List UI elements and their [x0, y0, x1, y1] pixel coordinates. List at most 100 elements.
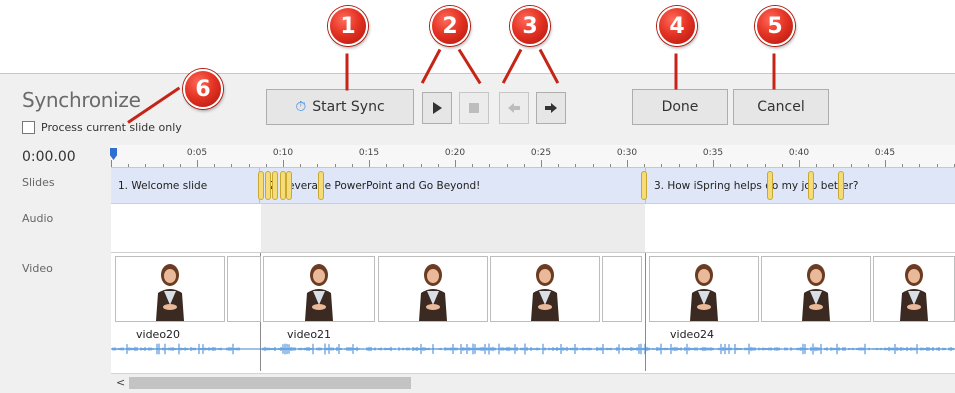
done-button[interactable]: Done — [632, 89, 728, 125]
audio-waveform — [111, 343, 955, 355]
sync-marker[interactable] — [318, 171, 324, 200]
panel-title: Synchronize — [22, 88, 141, 112]
callout-6: 6 — [183, 69, 223, 109]
video-thumbnail — [490, 256, 600, 322]
ruler-tick — [609, 164, 611, 167]
play-button[interactable] — [422, 92, 452, 124]
sync-marker[interactable] — [286, 171, 292, 200]
ruler-tick — [403, 164, 405, 167]
current-time: 0:00.00 — [22, 149, 76, 165]
presenter-figure-icon — [531, 264, 559, 321]
slide-clip-1[interactable]: 1. Welcome slide — [111, 168, 260, 203]
presenter-figure-icon — [900, 264, 928, 321]
start-sync-label: Start Sync — [312, 99, 385, 115]
ruler-tick-label: 0:25 — [530, 148, 552, 158]
video-thumbnail — [115, 256, 225, 322]
stop-icon — [469, 103, 479, 113]
ruler-tick — [644, 164, 646, 167]
audio-range-highlight — [261, 204, 645, 252]
ruler-tick — [437, 164, 439, 167]
ruler-tick — [523, 164, 525, 167]
video-thumbnail — [378, 256, 488, 322]
timeline-ruler[interactable]: 0:05 0:10 0:15 0:20 0:25 0:30 0:35 0:40 0:45 — [110, 145, 955, 168]
sync-marker[interactable] — [838, 171, 844, 200]
ruler-tick — [833, 164, 835, 167]
ruler-tick — [661, 164, 663, 167]
sync-marker[interactable] — [641, 171, 647, 200]
callout-4: 4 — [657, 6, 697, 46]
video-thumbnail — [649, 256, 759, 322]
ruler-tick — [678, 164, 680, 167]
callout-4-line — [674, 53, 678, 90]
ruler-tick-label: 0:30 — [616, 148, 638, 158]
scroll-left-icon[interactable]: < — [116, 376, 125, 389]
process-current-slide-checkbox[interactable]: Process current slide only — [22, 121, 182, 134]
ruler-tick — [420, 164, 422, 167]
presenter-figure-icon — [305, 264, 333, 321]
ruler-tick — [713, 160, 714, 167]
checkbox-box[interactable] — [22, 121, 35, 134]
ruler-tick — [351, 164, 353, 167]
playhead-marker[interactable] — [110, 148, 117, 160]
ruler-tick — [214, 164, 216, 167]
previous-button[interactable] — [499, 92, 529, 124]
ruler-tick — [592, 164, 594, 167]
start-sync-button[interactable]: ⏱ Start Sync — [266, 89, 414, 125]
ruler-tick-label: 0:10 — [272, 148, 294, 158]
ruler-tick — [730, 164, 732, 167]
ruler-tick — [248, 164, 250, 167]
sync-marker[interactable] — [808, 171, 814, 200]
ruler-tick — [936, 164, 938, 167]
ruler-tick — [265, 164, 267, 167]
ruler-tick — [506, 164, 508, 167]
ruler-tick — [300, 164, 302, 167]
next-button[interactable] — [536, 92, 566, 124]
scrollbar-thumb[interactable] — [129, 377, 411, 389]
presenter-figure-icon — [802, 264, 830, 321]
callout-5: 5 — [755, 6, 795, 46]
ruler-tick — [231, 164, 233, 167]
sync-marker[interactable] — [258, 171, 264, 200]
ruler-tick-label: 0:35 — [702, 148, 724, 158]
ruler-tick — [558, 164, 560, 167]
horizontal-scrollbar[interactable]: < — [111, 373, 955, 393]
ruler-tick-label: 0:20 — [444, 148, 466, 158]
ruler-tick — [369, 160, 370, 167]
ruler-tick — [317, 164, 319, 167]
video-thumbnail — [227, 256, 261, 322]
ruler-tick — [867, 164, 869, 167]
play-icon — [433, 102, 442, 114]
ruler-tick — [472, 164, 474, 167]
ruler-tick — [128, 164, 130, 167]
sync-marker[interactable] — [265, 171, 271, 200]
ruler-tick-label: 0:05 — [186, 148, 208, 158]
video-row-label: Video — [22, 262, 53, 275]
presenter-figure-icon — [690, 264, 718, 321]
video-thumbnail — [761, 256, 871, 322]
arrow-right-icon — [545, 103, 557, 113]
video-clip-name: video21 — [287, 328, 332, 341]
ruler-tick — [197, 160, 198, 167]
ruler-tick — [283, 160, 284, 167]
ruler-tick — [455, 160, 456, 167]
ruler-tick — [627, 160, 628, 167]
video-track[interactable]: video20 video21 video24 — [111, 253, 955, 374]
audio-row-label: Audio — [22, 212, 54, 225]
ruler-tick — [747, 164, 749, 167]
cancel-button[interactable]: Cancel — [733, 89, 829, 125]
callout-2: 2 — [430, 6, 470, 46]
stop-button[interactable] — [459, 92, 489, 124]
sync-marker[interactable] — [767, 171, 773, 200]
ruler-tick — [885, 160, 886, 167]
ruler-tick-label: 0:45 — [874, 148, 896, 158]
ruler-tick — [799, 160, 800, 167]
sync-marker[interactable] — [272, 171, 278, 200]
video-thumbnail — [873, 256, 955, 322]
slide-clip-label: 1. Welcome slide — [118, 179, 208, 192]
video-clip-name: video24 — [670, 328, 715, 341]
slide-clip-3[interactable]: 3. How iSpring helps do my job better? — [647, 168, 955, 203]
ruler-tick — [850, 164, 852, 167]
cancel-label: Cancel — [757, 99, 805, 115]
slides-track[interactable]: 1. Welcome slide 2. Leverage PowerPoint … — [111, 168, 955, 204]
video-thumbnail — [263, 256, 375, 322]
